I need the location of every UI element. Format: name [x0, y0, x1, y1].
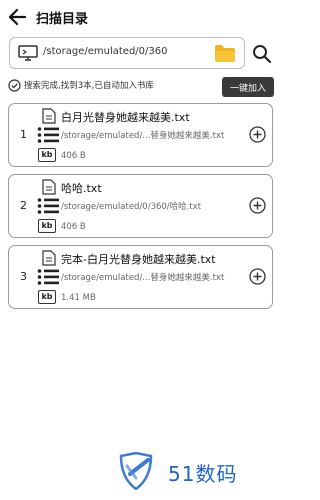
file-index: 1 [20, 128, 27, 141]
file-size: 406 B [61, 222, 86, 232]
add-circle-icon[interactable] [249, 268, 266, 285]
document-icon [42, 179, 56, 195]
kb-icon: kb [38, 219, 56, 233]
folder-icon[interactable] [214, 44, 236, 63]
file-index: 3 [20, 270, 27, 283]
file-index: 2 [20, 199, 27, 212]
add-all-button[interactable]: 一键加入 [222, 77, 274, 97]
file-path: /storage/emulated/...替身她越来越美.txt [61, 273, 225, 283]
scan-status: 搜索完成,找到3本,已自动加入书库 [8, 77, 222, 93]
search-icon[interactable] [252, 44, 272, 64]
status-text: 搜索完成,找到3本,已自动加入书库 [24, 81, 154, 91]
file-name: 白月光替身她越来越美.txt [61, 111, 190, 124]
path-value: /storage/emulated/0/360 [43, 46, 168, 57]
kb-icon: kb [38, 148, 56, 162]
header: 扫描目录 [0, 0, 281, 34]
file-path: /storage/emulated/...替身她越来越美.txt [61, 131, 225, 141]
file-card[interactable]: 1 白月光替身她越来越美.txt /storage/emulated/...替身… [8, 103, 273, 167]
document-icon [42, 250, 56, 266]
document-icon [42, 108, 56, 124]
monitor-icon [18, 45, 38, 61]
path-input[interactable]: /storage/emulated/0/360 [9, 37, 245, 69]
add-circle-icon[interactable] [249, 197, 266, 214]
list-icon [37, 198, 59, 214]
file-card[interactable]: 3 完本-白月光替身她越来越美.txt /storage/emulated/..… [8, 245, 273, 309]
file-path: /storage/emulated/0/360/哈哈.txt [61, 202, 202, 212]
list-icon [37, 127, 59, 143]
kb-icon: kb [38, 290, 56, 304]
file-name: 哈哈.txt [61, 182, 102, 195]
file-size: 406 B [61, 151, 86, 161]
file-size: 1.41 MB [61, 293, 96, 303]
watermark-text: 51数码 [168, 462, 238, 486]
list-icon [37, 269, 59, 285]
add-circle-icon[interactable] [249, 126, 266, 143]
shield-logo-icon [119, 452, 153, 490]
check-circle-icon [8, 78, 21, 92]
back-arrow-icon[interactable] [7, 6, 29, 28]
file-name: 完本-白月光替身她越来越美.txt [61, 253, 216, 266]
page-title: 扫描目录 [36, 12, 89, 27]
file-card[interactable]: 2 哈哈.txt /storage/emulated/0/360/哈哈.txt … [8, 174, 273, 238]
